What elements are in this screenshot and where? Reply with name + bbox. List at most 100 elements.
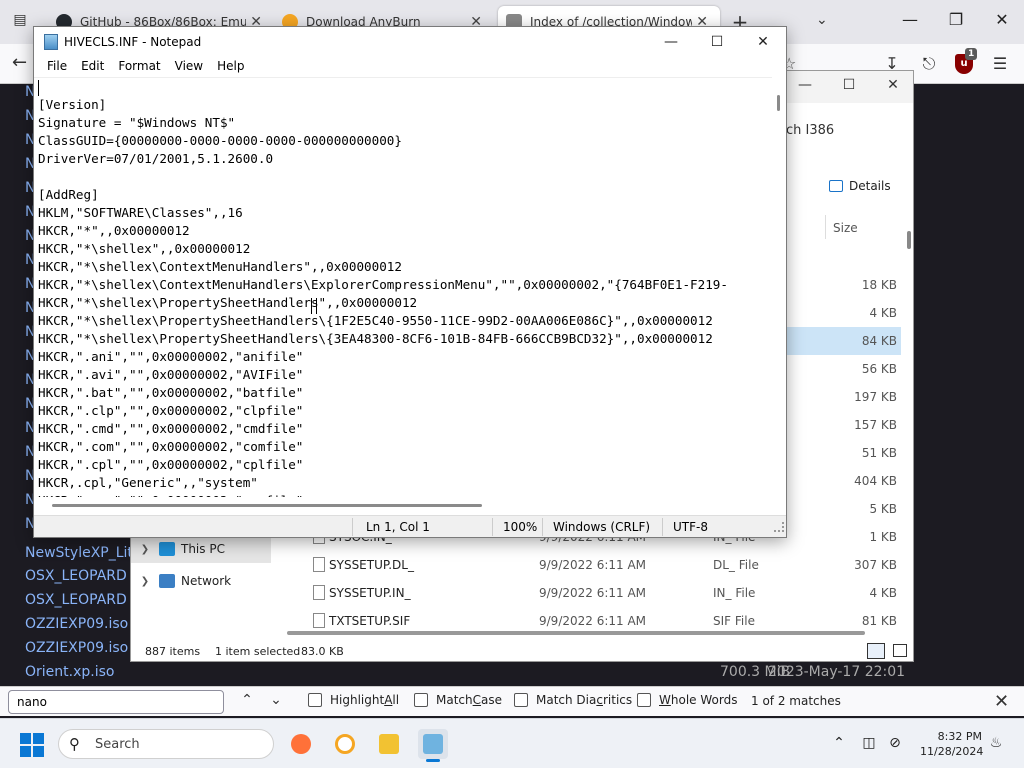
ublock-badge: 1 <box>965 48 978 60</box>
option-label: ll <box>392 693 400 707</box>
file-size: 157 KB <box>854 418 897 432</box>
back-arrow-icon[interactable]: ← <box>12 52 27 73</box>
notepad-titlebar[interactable]: HIVECLS.INF - Notepad — ☐ ✕ <box>34 27 786 57</box>
menu-help[interactable]: Help <box>210 57 251 77</box>
file-name: SYSSETUP.DL_ <box>329 558 414 572</box>
details-view-icon[interactable] <box>867 643 885 659</box>
file-size: 4 KB <box>869 306 897 320</box>
menu-format[interactable]: Format <box>111 57 167 77</box>
taskbar-firefox[interactable] <box>286 729 316 759</box>
file-row[interactable]: SYSSETUP.DL_ 9/9/2022 6:11 AM DL_ File 307 … <box>287 551 901 579</box>
page-file-link[interactable]: OZZIEXP09.iso <box>25 616 128 632</box>
selection-size: 83.0 KB <box>301 645 344 658</box>
notification-bell-icon[interactable]: ♨ <box>985 735 1007 751</box>
menu-edit[interactable]: Edit <box>74 57 111 77</box>
taskbar-anyburn[interactable] <box>330 729 360 759</box>
page-file-link[interactable]: OSX_LEOPARD <box>25 592 127 608</box>
column-divider[interactable] <box>825 215 826 239</box>
line-ending: Windows (CRLF) <box>553 520 651 534</box>
nav-item-this-pc[interactable]: ❯ This PC <box>131 535 271 563</box>
page-file-link[interactable]: OSX_LEOPARD <box>25 568 127 584</box>
minimize-icon[interactable]: — <box>648 31 694 53</box>
editor-text: [Version] Signature = "$Windows NT$" Class… <box>38 78 728 497</box>
minimize-icon[interactable]: — <box>888 10 932 29</box>
menu-file[interactable]: File <box>40 57 74 77</box>
window-title: HIVECLS.INF - Notepad <box>64 35 202 49</box>
cursor-position: Ln 1, Col 1 <box>366 520 430 534</box>
nav-item-network[interactable]: ❯ Network <box>131 567 271 595</box>
checkbox-icon[interactable] <box>308 693 322 707</box>
clock[interactable]: 8:32 PM 11/28/2024 <box>920 729 983 759</box>
checkbox-icon[interactable] <box>414 693 428 707</box>
file-size: 81 KB <box>861 614 897 628</box>
file-size: 18 KB <box>861 278 897 292</box>
close-icon[interactable]: ✕ <box>980 10 1024 29</box>
taskbar-file-explorer[interactable] <box>374 729 404 759</box>
option-label: Match <box>436 693 473 707</box>
menu-icon[interactable]: ☰ <box>988 54 1012 73</box>
menu-view[interactable]: View <box>168 57 210 77</box>
windows-start-icon[interactable] <box>20 733 44 757</box>
column-header-size[interactable]: Size <box>833 221 858 235</box>
maximize-icon[interactable]: ☐ <box>694 31 740 53</box>
file-date: 9/9/2022 6:11 AM <box>539 614 647 628</box>
file-size: 307 KB <box>854 558 897 572</box>
tab-list-icon[interactable]: ▤ <box>10 12 30 32</box>
chevron-right-icon[interactable]: ❯ <box>131 576 159 587</box>
file-date: 9/9/2022 6:11 AM <box>539 558 647 572</box>
checkbox-icon[interactable] <box>514 693 528 707</box>
scroll-thumb[interactable] <box>777 95 780 111</box>
text-line: HKLM,"SOFTWARE\Classes",,16 <box>38 205 243 220</box>
page-file-link[interactable]: Orient.xp.iso <box>25 664 114 680</box>
match-diacritics-checkbox[interactable]: Match Dia c ritics <box>514 693 632 707</box>
minimize-icon[interactable]: — <box>785 77 825 93</box>
text-line: HKCR,"*\shellex\PropertySheetHandlers",,… <box>38 295 418 310</box>
checkbox-icon[interactable] <box>637 693 651 707</box>
tiles-view-icon[interactable] <box>893 644 907 657</box>
vertical-scrollbar[interactable] <box>772 77 786 497</box>
close-icon[interactable]: ✕ <box>994 691 1009 712</box>
chevron-right-icon[interactable]: ❯ <box>131 544 159 555</box>
match-case-checkbox[interactable]: Match Case <box>414 693 502 707</box>
taskbar-notepad[interactable] <box>418 729 448 762</box>
close-icon[interactable]: ✕ <box>873 77 913 93</box>
volume-muted-icon[interactable]: ⊘ <box>884 735 906 751</box>
text-editor[interactable]: [Version] Signature = "$Windows NT$" Class… <box>34 77 772 497</box>
notepad-window[interactable]: HIVECLS.INF - Notepad — ☐ ✕ File Edit Fo… <box>33 26 787 538</box>
clock-time: 8:32 PM <box>937 730 982 743</box>
notepad-icon <box>44 34 58 50</box>
find-next-icon[interactable]: ⌄ <box>266 692 286 708</box>
horizontal-scrollbar[interactable] <box>34 497 772 511</box>
chevron-up-icon[interactable]: ⌃ <box>828 735 850 751</box>
selection-info: 1 item selected <box>215 645 301 658</box>
search-icon: ⚲ <box>69 735 80 753</box>
extensions-icon[interactable]: ⎋ <box>917 54 941 74</box>
highlight-all-checkbox[interactable]: Highlight All <box>308 693 399 707</box>
file-row[interactable]: TXTSETUP.SIF 9/9/2022 6:11 AM SIF File 81 K… <box>287 607 901 635</box>
file-icon <box>313 557 325 572</box>
text-line <box>38 168 728 186</box>
explorer-scrollbar[interactable] <box>907 231 911 249</box>
option-label: ase <box>481 693 503 707</box>
whole-words-checkbox[interactable]: Whole Words <box>637 693 737 707</box>
ublock-icon[interactable]: u1 <box>955 48 978 74</box>
scroll-thumb[interactable] <box>52 504 482 507</box>
page-file-link[interactable]: NewStyleXP_Lit <box>25 545 133 561</box>
details-button[interactable]: Details <box>829 179 891 193</box>
restore-icon[interactable]: ❐ <box>934 10 978 29</box>
file-row[interactable]: SYSSETUP.IN_ 9/9/2022 6:11 AM IN_ File 4 KB <box>287 579 901 607</box>
search-placeholder: Search <box>95 737 140 752</box>
resize-grip-icon[interactable] <box>774 522 784 532</box>
maximize-icon[interactable]: ☐ <box>829 77 869 93</box>
text-line: HKCR,".avi","",0x00000002,"AVIFile" <box>38 367 304 382</box>
network-icon[interactable]: ◫ <box>858 735 880 751</box>
text-line: DriverVer=07/01/2001,5.1.2600.0 <box>38 151 274 166</box>
option-label: Highlight <box>330 693 385 707</box>
page-file-link[interactable]: OZZIEXP09.iso <box>25 640 128 656</box>
taskbar-search[interactable]: ⚲ Search <box>58 729 274 759</box>
chevron-down-icon[interactable]: ⌄ <box>816 12 828 28</box>
find-previous-icon[interactable]: ⌃ <box>237 692 257 708</box>
explorer-search-field[interactable]: ch I386 <box>786 123 834 138</box>
find-input[interactable] <box>8 690 224 714</box>
close-icon[interactable]: ✕ <box>740 31 786 53</box>
